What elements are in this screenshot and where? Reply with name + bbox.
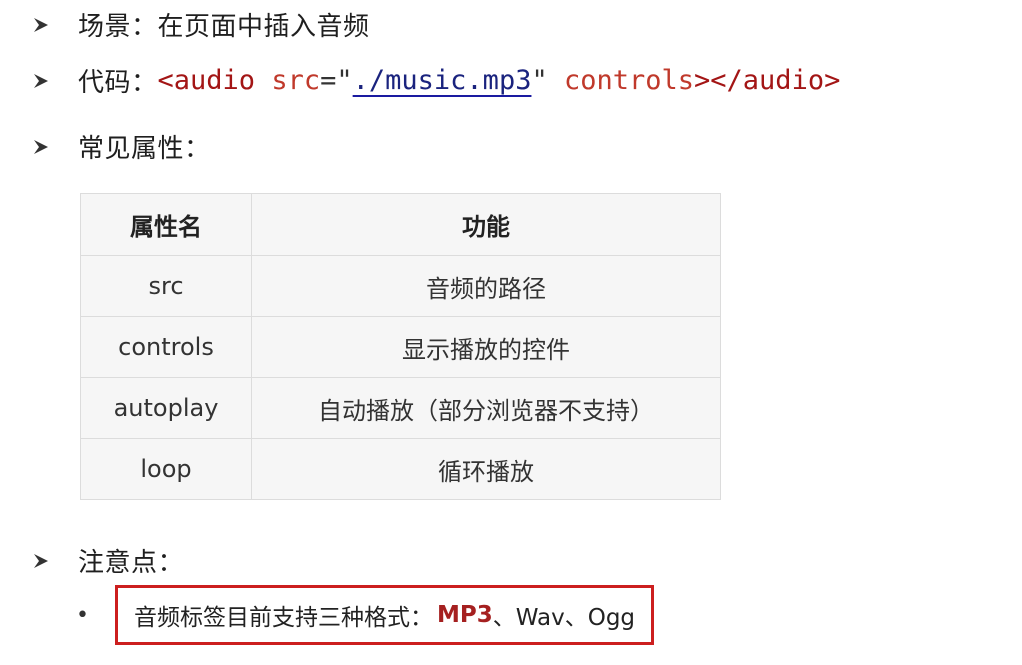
code-quote-open: " (336, 65, 353, 96)
table-row: controls 显示播放的控件 (80, 316, 721, 378)
table-header-name: 属性名 (80, 193, 252, 256)
arrow-bullet-icon (30, 70, 52, 92)
code-eq: = (320, 65, 337, 96)
note-highlight-box: 音频标签目前支持三种格式： MP3 、Wav、Ogg (114, 585, 655, 645)
table-cell-desc: 音频的路径 (251, 255, 721, 317)
table-cell-attr: loop (80, 438, 252, 500)
table-header-row: 属性名 功能 (80, 193, 721, 256)
table-row: loop 循环播放 (80, 438, 721, 500)
code-src-value: ./music.mp3 (352, 65, 532, 96)
table-cell-attr: autoplay (80, 377, 252, 439)
line-common-attrs: 常见属性： (30, 128, 211, 165)
arrow-bullet-icon (30, 550, 52, 572)
table-cell-desc: 自动播放（部分浏览器不支持） (251, 377, 721, 439)
code-close-tag: ></audio> (694, 65, 841, 96)
note-highlight-mp3: MP3 (436, 602, 493, 628)
line-scene: 场景：在页面中插入音频 (30, 6, 370, 43)
attributes-table: 属性名 功能 src 音频的路径 controls 显示播放的控件 autopl… (80, 193, 721, 500)
scene-text: 场景：在页面中插入音频 (78, 12, 370, 42)
line-code: 代码： <audio src="./music.mp3" controls></… (30, 62, 840, 99)
common-attrs-text: 常见属性： (78, 134, 211, 164)
arrow-bullet-icon (30, 14, 52, 36)
notes-text: 注意点： (78, 548, 185, 578)
line-notes: 注意点： (30, 542, 184, 579)
table-cell-attr: controls (80, 316, 252, 378)
note-prefix: 音频标签目前支持三种格式： (133, 605, 433, 631)
note-item: • 音频标签目前支持三种格式： MP3 、Wav、Ogg (76, 585, 655, 645)
note-suffix: 、Wav、Ogg (492, 605, 636, 631)
code-open-tag: <audio (157, 65, 256, 96)
code-snippet: <audio src="./music.mp3" controls></audi… (158, 65, 841, 96)
code-label: 代码： (78, 68, 158, 98)
arrow-bullet-icon (30, 136, 52, 158)
table-cell-attr: src (80, 255, 252, 317)
code-attr-src: src (271, 65, 321, 96)
table-row: autoplay 自动播放（部分浏览器不支持） (80, 377, 721, 439)
dot-bullet: • (76, 602, 89, 628)
table-cell-desc: 显示播放的控件 (251, 316, 721, 378)
table-row: src 音频的路径 (80, 255, 721, 317)
code-quote-close: " (531, 65, 548, 96)
table-cell-desc: 循环播放 (251, 438, 721, 500)
table-header-function: 功能 (251, 193, 721, 256)
code-attr-controls: controls (563, 65, 695, 96)
